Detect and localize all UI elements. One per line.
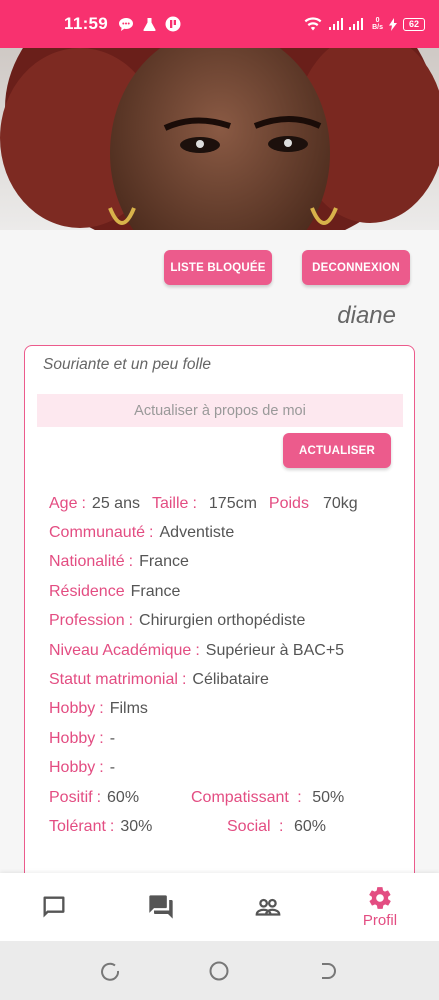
- marital-value: Célibataire: [192, 671, 269, 689]
- update-button[interactable]: ACTUALISER: [283, 433, 391, 468]
- nationality-value: France: [139, 553, 189, 571]
- age-label: Age: [49, 494, 78, 512]
- recent-apps-button[interactable]: [98, 959, 122, 983]
- hobby-value: -: [109, 759, 116, 777]
- height-value: 175cm: [208, 494, 257, 512]
- status-time: 11:59: [64, 14, 109, 33]
- message-bubble-icon: [118, 17, 134, 32]
- username: diane: [337, 302, 396, 329]
- residence-value: France: [130, 582, 181, 600]
- info-row-marital: Statut matrimonial : Célibataire: [49, 671, 269, 689]
- flask-icon: [142, 17, 157, 32]
- info-row-hobby: Hobby : Films: [49, 700, 148, 718]
- charging-icon: [389, 17, 397, 31]
- back-button[interactable]: [316, 959, 340, 983]
- signal-icon: [328, 17, 366, 31]
- about-me-input[interactable]: Actualiser à propos de moi: [37, 394, 403, 427]
- nav-forum[interactable]: [121, 873, 201, 941]
- nav-people[interactable]: [228, 873, 308, 941]
- education-value: Supérieur à BAC+5: [205, 641, 345, 659]
- people-icon: [255, 898, 281, 916]
- positive-label: Positif: [49, 788, 93, 806]
- forum-icon: [149, 895, 173, 919]
- blocked-list-button[interactable]: LISTE BLOQUÉE: [164, 250, 272, 285]
- age-value: 25 ans: [91, 494, 140, 512]
- profile-photo: [0, 48, 439, 230]
- profession-value: Chirurgien orthopédiste: [139, 612, 306, 630]
- info-row-education: Niveau Académique : Supérieur à BAC+5: [49, 641, 345, 659]
- app-badge-icon: [165, 16, 181, 32]
- weight-label: Poids: [268, 494, 309, 512]
- residence-label: Résidence: [49, 582, 125, 600]
- tolerant-label: Tolérant: [49, 817, 106, 835]
- about-me-text: Souriante et un peu folle: [43, 356, 212, 373]
- info-row-profession: Profession : Chirurgien orthopédiste: [49, 612, 306, 630]
- profession-label: Profession: [49, 612, 125, 630]
- compassionate-value: 50%: [312, 788, 345, 806]
- education-label: Niveau Académique: [49, 641, 192, 659]
- back-icon: [322, 963, 336, 979]
- info-row-community: Communauté : Adventiste: [49, 524, 235, 542]
- info-row-measures: Age : 25 ans Taille : 175cm Poids 70kg: [49, 494, 358, 512]
- community-label: Communauté: [49, 524, 146, 542]
- wifi-icon: [304, 17, 322, 31]
- info-row-hobby: Hobby : -: [49, 759, 116, 777]
- status-bar: 11:59 0 B/s 62: [0, 0, 439, 48]
- settings-icon: [369, 887, 391, 909]
- info-row-hobby: Hobby : -: [49, 729, 116, 747]
- info-row-traits: Tolérant : 30% Social : 60%: [49, 817, 326, 835]
- height-label: Taille: [151, 494, 189, 512]
- network-speed: 0 B/s: [372, 17, 383, 31]
- nav-chat[interactable]: [14, 873, 94, 941]
- nav-profile[interactable]: Profil: [340, 873, 420, 941]
- info-row-nationality: Nationalité : France: [49, 553, 189, 571]
- nav-profile-label: Profil: [362, 912, 398, 929]
- weight-value: 70kg: [322, 494, 358, 512]
- logout-button[interactable]: DECONNEXION: [302, 250, 410, 285]
- positive-value: 60%: [107, 788, 140, 806]
- hobby-label: Hobby: [49, 700, 96, 718]
- social-value: 60%: [293, 817, 326, 835]
- hobby-label: Hobby: [49, 729, 96, 747]
- recent-apps-icon: [101, 962, 120, 981]
- info-row-traits: Positif : 60% Compatissant : 50%: [49, 788, 345, 806]
- system-navigation-bar: [0, 941, 439, 1000]
- chat-icon: [43, 896, 65, 918]
- bottom-navigation: Profil: [0, 873, 439, 941]
- hobby-value: Films: [109, 700, 148, 718]
- community-value: Adventiste: [159, 524, 235, 542]
- marital-label: Statut matrimonial: [49, 671, 178, 689]
- profile-info: Age : 25 ans Taille : 175cm Poids 70kg C…: [49, 489, 399, 842]
- hobby-value: -: [109, 729, 116, 747]
- info-row-residence: Résidence France: [49, 577, 399, 606]
- nationality-label: Nationalité: [49, 553, 125, 571]
- social-label: Social: [227, 817, 271, 835]
- profile-card: Souriante et un peu folle Actualiser à p…: [24, 345, 415, 905]
- tolerant-value: 30%: [120, 817, 153, 835]
- hobby-label: Hobby: [49, 759, 96, 777]
- home-button[interactable]: [207, 959, 231, 983]
- battery-icon: 62: [403, 17, 425, 31]
- compassionate-label: Compatissant: [191, 788, 289, 806]
- home-icon: [209, 961, 229, 981]
